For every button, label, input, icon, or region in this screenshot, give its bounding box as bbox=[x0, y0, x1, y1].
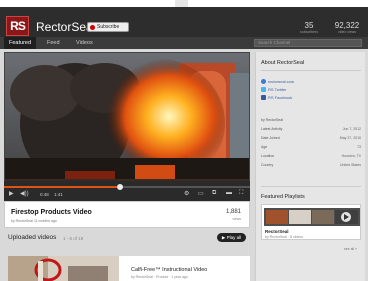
owner-line: by RectorSeal bbox=[261, 118, 283, 122]
see-all-link[interactable]: see all » bbox=[344, 247, 357, 251]
list-item[interactable]: Calfi-Free™ Instructional Video by Recto… bbox=[8, 256, 250, 281]
video-meta: by RectorSeal 11 months ago bbox=[11, 219, 57, 223]
sidebar-link-facebook[interactable]: RS Facebook bbox=[261, 95, 292, 100]
subscriber-label: subscribers bbox=[300, 30, 318, 34]
twitter-icon bbox=[261, 87, 266, 92]
play-all-label: Play all bbox=[226, 235, 242, 240]
sidebar-divider bbox=[261, 186, 361, 187]
progress-fill bbox=[4, 186, 120, 188]
video-title[interactable]: Firestop Products Video bbox=[11, 209, 92, 216]
detail-label: Date Joined bbox=[261, 136, 280, 140]
playlist-thumbnail[interactable] bbox=[264, 208, 360, 226]
video-views-label: views bbox=[232, 217, 241, 221]
subscribe-icon bbox=[90, 24, 95, 30]
logo-text: RS bbox=[10, 19, 26, 33]
video-info-card: Firestop Products Video by RectorSeal 11… bbox=[4, 201, 250, 228]
upload-meta: by RectorSeal · Product · 1 year ago bbox=[131, 275, 188, 279]
playlists-heading: Featured Playlists bbox=[261, 194, 305, 200]
video-views: 1,881 bbox=[225, 209, 241, 215]
facebook-label: RS Facebook bbox=[268, 95, 293, 100]
sidebar-link-twitter[interactable]: RS Twitter bbox=[261, 87, 286, 92]
playlist-name[interactable]: RectorSeal bbox=[265, 229, 289, 234]
subscribe-button[interactable]: Subscribe bbox=[87, 22, 129, 32]
time-current: 0:48 bbox=[40, 192, 49, 197]
detail-row: Date Joined May 27, 2010 bbox=[261, 136, 361, 140]
popout-icon[interactable]: ⧉ bbox=[212, 190, 216, 197]
time-duration: 1:41 bbox=[54, 192, 63, 197]
tab-feed[interactable]: Feed bbox=[42, 37, 65, 49]
detail-label: Latest Activity bbox=[261, 127, 283, 131]
detail-value: Houston, TX bbox=[341, 154, 361, 158]
video-thumbnail[interactable] bbox=[8, 256, 119, 281]
play-all-button[interactable]: ▶ Play all bbox=[217, 233, 246, 242]
playlist-thumbnail-image bbox=[264, 208, 360, 226]
subscriber-count: 35 bbox=[304, 21, 314, 30]
thumbnail-image bbox=[8, 256, 119, 281]
globe-icon bbox=[261, 79, 266, 84]
progress-knob[interactable] bbox=[116, 184, 123, 190]
search-input[interactable]: Search Channel bbox=[254, 39, 362, 47]
detail-label: Age bbox=[261, 145, 268, 149]
detail-row: Country United States bbox=[261, 163, 361, 167]
subscriber-stat: 35 subscribers bbox=[294, 21, 324, 34]
tab-videos[interactable]: Videos bbox=[71, 37, 98, 49]
subscribe-label: Subscribe bbox=[97, 24, 120, 30]
detail-label: Country bbox=[261, 163, 274, 167]
detail-value: Jun 7, 2012 bbox=[342, 127, 361, 131]
views-count-label: video views bbox=[337, 30, 357, 34]
detail-value: 73 bbox=[357, 145, 361, 149]
views-count: 92,322 bbox=[334, 21, 360, 30]
upload-title[interactable]: Calfi-Free™ Instructional Video bbox=[131, 267, 207, 273]
uploaded-heading: Uploaded videos bbox=[8, 234, 57, 241]
annotations-icon[interactable]: ▭ bbox=[198, 190, 204, 197]
sidebar-divider bbox=[261, 70, 361, 71]
detail-row: Latest Activity Jun 7, 2012 bbox=[261, 127, 361, 131]
detail-row: Location Houston, TX bbox=[261, 154, 361, 158]
about-heading: About RectorSeal bbox=[261, 60, 305, 66]
main-content: ▶ ◀)) 0:48 1:41 ⚙ ▭ ⧉ ▬ ⛶ Firestop Produ… bbox=[4, 52, 250, 281]
detail-value: May 27, 2010 bbox=[339, 136, 361, 140]
views-stat: 92,322 video views bbox=[330, 21, 364, 34]
sidebar-link-website[interactable]: rectorseal.com bbox=[261, 79, 294, 84]
tab-featured[interactable]: Featured bbox=[4, 37, 37, 49]
channel-logo[interactable]: RS bbox=[6, 16, 29, 36]
fullscreen-icon[interactable]: ⛶ bbox=[239, 190, 243, 197]
detail-label: Location bbox=[261, 154, 275, 158]
play-icon[interactable]: ▶ bbox=[9, 190, 14, 197]
volume-icon[interactable]: ◀)) bbox=[20, 190, 29, 197]
settings-icon[interactable]: ⚙ bbox=[184, 190, 189, 197]
progress-track[interactable] bbox=[4, 184, 250, 190]
channel-header: RS RectorSeal Subscribe 35 subscribers 9… bbox=[0, 7, 368, 37]
playlist-card[interactable]: RectorSeal by RectorSeal · 8 videos bbox=[261, 204, 361, 240]
channel-nav: Featured Feed Videos Search Channel bbox=[0, 37, 368, 49]
top-edge bbox=[0, 0, 368, 7]
sidebar: About RectorSeal rectorseal.com RS Twitt… bbox=[255, 52, 365, 281]
facebook-icon bbox=[261, 95, 266, 100]
uploaded-count: 1 - 6 of 18 bbox=[63, 236, 84, 241]
player-controls: ▶ ◀)) 0:48 1:41 ⚙ ▭ ⧉ ▬ ⛶ bbox=[4, 181, 250, 201]
website-label: rectorseal.com bbox=[268, 79, 295, 84]
detail-row: Age 73 bbox=[261, 145, 361, 149]
playlist-meta: by RectorSeal · 8 videos bbox=[265, 235, 304, 239]
widescreen-icon[interactable]: ▬ bbox=[226, 190, 232, 196]
detail-value: United States bbox=[339, 163, 361, 167]
top-edge-gap bbox=[175, 0, 188, 7]
twitter-label: RS Twitter bbox=[268, 87, 287, 92]
